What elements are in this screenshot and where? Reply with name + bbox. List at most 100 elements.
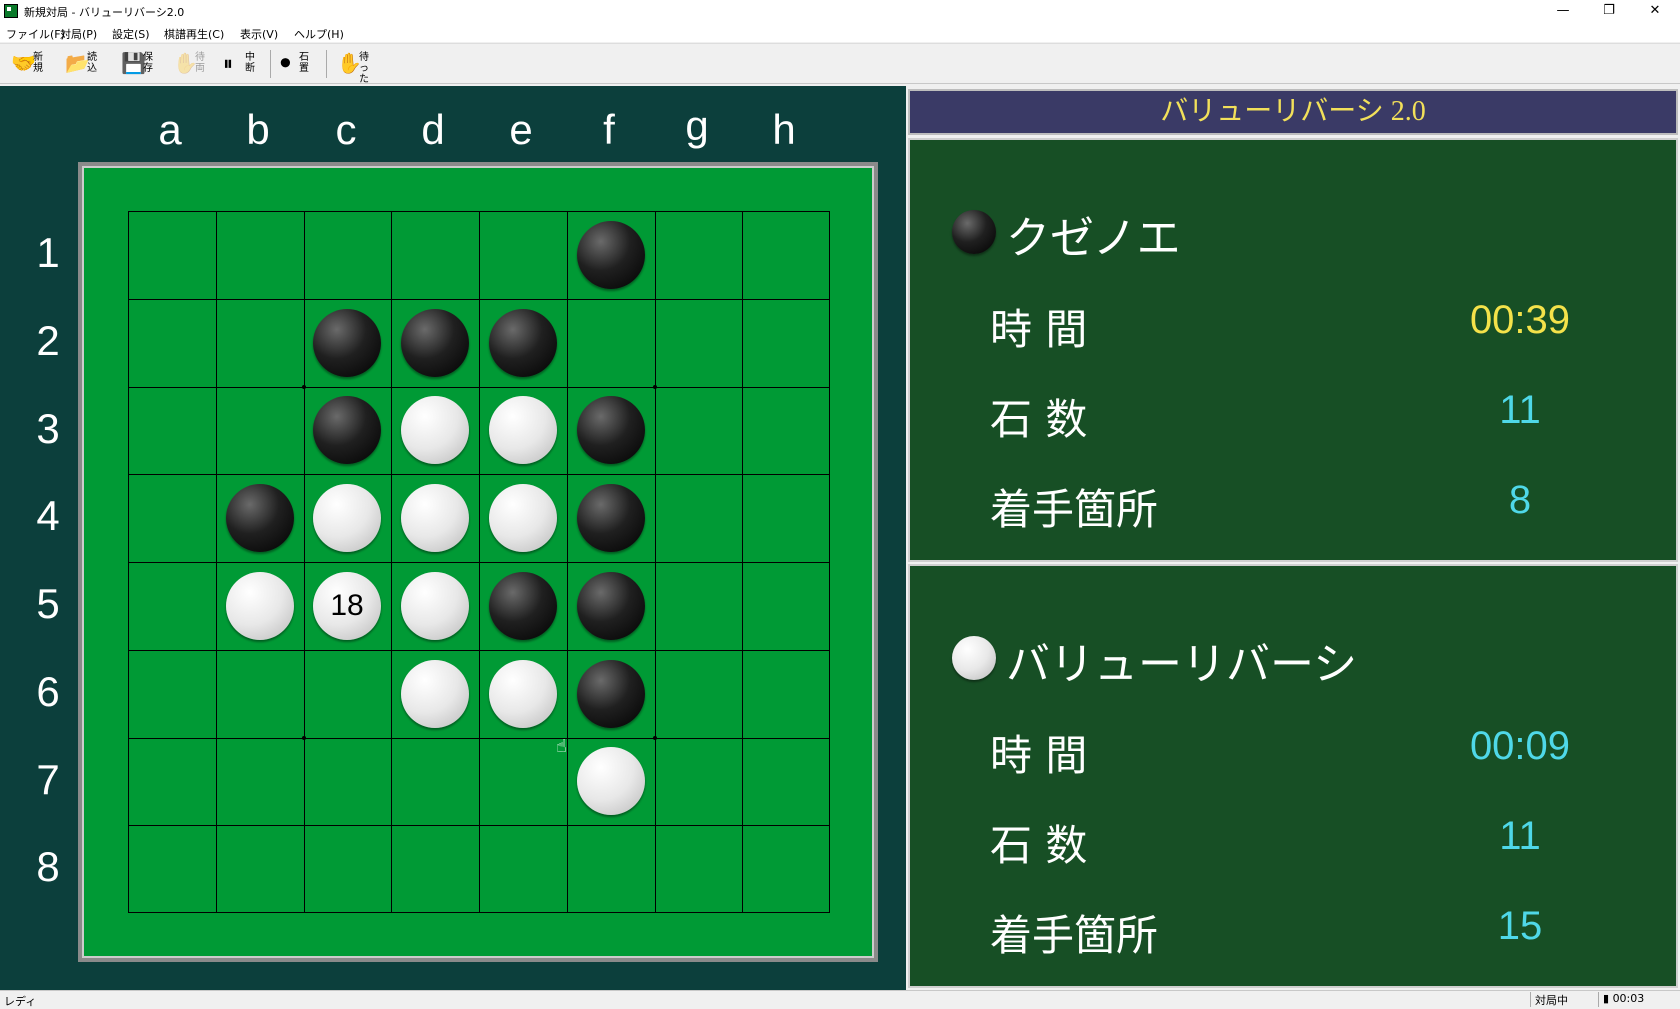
row-label: 1 <box>36 229 60 276</box>
status-text: レディ <box>4 995 37 1008</box>
stones-icon: ⚫ <box>277 51 294 75</box>
column-label: a <box>158 106 182 153</box>
toolbar-separator <box>270 50 271 78</box>
close-button[interactable]: ✕ <box>1632 0 1678 24</box>
white-stone <box>313 484 381 552</box>
black-stone <box>226 484 294 552</box>
star-point <box>302 736 306 740</box>
grid-line <box>655 212 656 912</box>
white-stone <box>401 660 469 728</box>
white-stone <box>401 484 469 552</box>
time-value: 00:39 <box>1469 298 1571 342</box>
stones-label: 石 数 <box>990 395 1088 444</box>
black-stone-icon <box>952 210 996 254</box>
grid-line <box>129 738 829 739</box>
window-title: 新規対局 - バリューリバーシ2.0 <box>24 6 185 19</box>
menu-help[interactable]: ヘルプ(H) <box>294 26 344 42</box>
toolbar: 🤝 新規 📂 読込 💾 保存 ✋ 待両 ⏸ 中断 ⚫ 石置 ✋ 待った <box>0 43 1680 85</box>
row-label: 5 <box>36 580 60 627</box>
star-point <box>302 385 306 389</box>
black-stone <box>577 396 645 464</box>
grid-line <box>129 825 829 826</box>
black-stone <box>313 396 381 464</box>
status-bar: レディ 対局中 ▮ 00:03 <box>0 990 1680 1008</box>
status-clock: ▮ 00:03 <box>1598 992 1680 1007</box>
undo-both-button[interactable]: ✋ 待両 <box>170 47 214 81</box>
board-grid[interactable] <box>128 211 830 913</box>
row-label: 8 <box>36 843 60 890</box>
white-stone <box>577 747 645 815</box>
black-stone <box>577 660 645 728</box>
pause-button[interactable]: ⏸ 中断 <box>220 47 264 81</box>
row-label: 2 <box>36 317 60 364</box>
place-stone-button[interactable]: ⚫ 石置 <box>274 47 318 81</box>
menu-play[interactable]: 対局(P) <box>60 26 97 42</box>
column-label: g <box>685 102 709 149</box>
clock-icon: ▮ <box>1603 992 1610 1005</box>
row-label: 3 <box>36 405 60 452</box>
moves-label: 着手箇所 <box>990 911 1159 960</box>
column-label: e <box>509 106 533 153</box>
row-label: 4 <box>36 492 60 539</box>
menu-bar: ファイル(F) 対局(P) 設定(S) 棋譜再生(C) 表示(V) ヘルプ(H) <box>0 24 1680 42</box>
take-back-button[interactable]: ✋ 待った <box>334 47 378 85</box>
pause-icon: ⏸ <box>223 51 233 75</box>
stones-value: 11 <box>1499 814 1541 858</box>
black-stone <box>489 309 557 377</box>
white-stone <box>401 572 469 640</box>
minimize-button[interactable]: — <box>1540 0 1586 24</box>
menu-view[interactable]: 表示(V) <box>240 26 278 42</box>
row-label: 7 <box>36 756 60 803</box>
time-label: 時 間 <box>990 305 1088 354</box>
moves-value: 8 <box>1508 478 1532 522</box>
stones-value: 11 <box>1499 388 1541 432</box>
app-title: バリューリバーシ 2.0 <box>1160 96 1426 127</box>
title-banner: バリューリバーシ 2.0 <box>908 89 1678 135</box>
row-label: 6 <box>36 668 60 715</box>
grid-line <box>129 650 829 651</box>
menu-replay[interactable]: 棋譜再生(C) <box>164 26 224 42</box>
column-label: f <box>603 106 615 153</box>
white-stone <box>226 572 294 640</box>
time-label: 時 間 <box>990 731 1088 780</box>
column-label: h <box>772 106 796 153</box>
menu-settings[interactable]: 設定(S) <box>112 26 150 42</box>
black-stone <box>489 572 557 640</box>
stones-label: 石 数 <box>990 821 1088 870</box>
white-stone <box>489 484 557 552</box>
maximize-button[interactable]: ❐ <box>1586 0 1632 24</box>
player-name: バリューリバーシ <box>1006 639 1358 690</box>
black-stone <box>577 221 645 289</box>
white-stone <box>489 660 557 728</box>
save-button[interactable]: 💾 保存 <box>118 47 162 81</box>
open-button[interactable]: 📂 読込 <box>62 47 106 81</box>
hand-cursor-icon: ☝ <box>556 736 567 757</box>
player-panel-black: クゼノエ 時 間 00:39 石 数 11 着手箇所 8 <box>908 138 1678 562</box>
toolbar-separator <box>326 50 327 78</box>
grid-line <box>129 562 829 563</box>
star-point <box>653 736 657 740</box>
game-state: 対局中 <box>1530 992 1595 1007</box>
column-label: c <box>335 106 357 153</box>
black-stone <box>313 309 381 377</box>
player-panel-white: バリューリバーシ 時 間 00:09 石 数 11 着手箇所 15 <box>908 564 1678 988</box>
player-name: クゼノエ <box>1006 213 1181 264</box>
app-icon <box>4 4 18 18</box>
new-game-button[interactable]: 🤝 新規 <box>8 47 52 81</box>
menu-file[interactable]: ファイル(F) <box>6 26 65 42</box>
column-label: b <box>246 106 270 153</box>
moves-label: 着手箇所 <box>990 485 1159 534</box>
black-stone <box>401 309 469 377</box>
star-point <box>653 385 657 389</box>
column-label: d <box>421 106 445 153</box>
grid-line <box>742 212 743 912</box>
black-stone <box>577 572 645 640</box>
grid-line <box>567 212 568 912</box>
title-bar: 新規対局 - バリューリバーシ2.0 — ❐ ✕ <box>0 0 1680 24</box>
white-stone <box>489 396 557 464</box>
black-stone <box>577 484 645 552</box>
white-stone-icon <box>952 636 996 680</box>
white-stone: 18 <box>313 572 381 640</box>
move-number: 18 <box>330 589 364 622</box>
moves-value: 15 <box>1497 904 1543 948</box>
